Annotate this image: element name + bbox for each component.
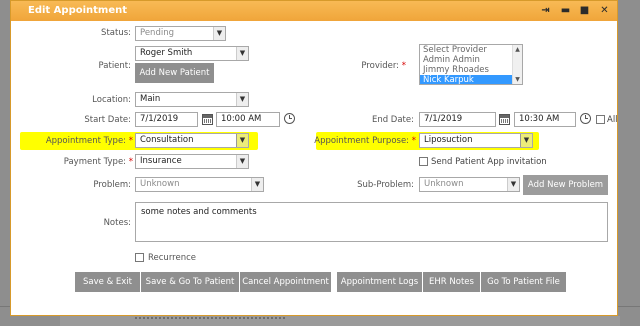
appointment-type-select[interactable]: Consultation ▼ <box>135 133 249 148</box>
provider-option[interactable]: Admin Admin <box>420 55 522 65</box>
chevron-down-icon: ▼ <box>236 47 248 60</box>
status-select[interactable]: Pending ▼ <box>135 26 226 41</box>
background-ghost-text <box>135 317 285 324</box>
send-invitation-checkbox[interactable] <box>419 157 428 166</box>
close-icon[interactable]: ✕ <box>598 4 611 17</box>
provider-label: Provider: * <box>311 61 406 71</box>
end-date-label: End Date: <box>371 115 414 125</box>
pin-icon[interactable]: ⇥ <box>539 4 552 17</box>
provider-listbox[interactable]: Select Provider Admin Admin Jimmy Rhoade… <box>419 44 523 85</box>
appointment-type-label-text: Appointment Type: <box>45 136 127 146</box>
patient-value: Roger Smith <box>140 48 193 58</box>
chevron-down-icon: ▼ <box>236 155 248 168</box>
appointment-logs-button[interactable]: Appointment Logs <box>337 272 422 292</box>
send-invitation-label: Send Patient App invitation <box>431 157 547 167</box>
required-marker: * <box>128 136 133 146</box>
background-content <box>60 316 620 326</box>
all-day-label: All Day <box>607 115 617 125</box>
start-date-input[interactable]: 7/1/2019 <box>135 112 198 127</box>
dialog-title-bar[interactable]: Edit Appointment ⇥ ▬ ■ ✕ <box>11 1 617 21</box>
payment-type-select[interactable]: Insurance ▼ <box>135 154 249 169</box>
notes-label: Notes: <box>103 218 131 228</box>
appointment-purpose-label-text: Appointment Purpose: <box>314 136 410 146</box>
required-marker: * <box>411 136 416 146</box>
clock-icon[interactable] <box>580 113 591 124</box>
patient-select[interactable]: Roger Smith ▼ <box>135 46 249 61</box>
save-exit-button[interactable]: Save & Exit <box>75 272 140 292</box>
add-new-problem-button[interactable]: Add New Problem <box>523 175 608 195</box>
payment-type-label-text: Payment Type: <box>63 157 127 167</box>
scroll-down-icon[interactable]: ▼ <box>513 75 522 84</box>
patient-label: Patient: <box>98 61 131 71</box>
appointment-type-label: Appointment Type: * <box>23 136 133 146</box>
go-to-patient-file-button[interactable]: Go To Patient File <box>481 272 566 292</box>
required-marker: * <box>128 157 133 167</box>
add-new-patient-button[interactable]: Add New Patient <box>135 63 214 83</box>
save-go-to-patient-button[interactable]: Save & Go To Patient <box>141 272 239 292</box>
chevron-down-icon: ▼ <box>507 178 519 191</box>
appointment-purpose-label: Appointment Purpose: * <box>311 136 416 146</box>
sub-problem-select[interactable]: Unknown ▼ <box>419 177 520 192</box>
appointment-purpose-value: Liposuction <box>424 135 473 145</box>
appointment-type-value: Consultation <box>140 135 194 145</box>
edit-appointment-dialog: Edit Appointment ⇥ ▬ ■ ✕ Status: Pending… <box>10 0 618 316</box>
problem-label: Problem: <box>93 180 131 190</box>
ehr-notes-button[interactable]: EHR Notes <box>423 272 480 292</box>
provider-scrollbar[interactable]: ▲ ▼ <box>512 45 522 84</box>
location-select[interactable]: Main ▼ <box>135 92 249 107</box>
location-label: Location: <box>92 95 131 105</box>
problem-value: Unknown <box>140 179 180 189</box>
calendar-icon[interactable] <box>499 114 510 125</box>
chevron-down-icon: ▼ <box>236 93 248 106</box>
provider-option[interactable]: Jimmy Rhoades <box>420 65 522 75</box>
recurrence-label: Recurrence <box>148 253 196 263</box>
dialog-title: Edit Appointment <box>28 5 128 16</box>
chevron-down-icon: ▼ <box>213 27 225 40</box>
start-time-input[interactable]: 10:00 AM <box>216 112 280 127</box>
provider-option-selected[interactable]: Nick Karpuk <box>420 75 522 84</box>
chevron-down-icon: ▼ <box>236 134 248 147</box>
sub-problem-value: Unknown <box>424 179 464 189</box>
maximize-icon[interactable]: ■ <box>578 4 591 17</box>
sub-problem-label: Sub-Problem: <box>357 180 414 190</box>
start-date-label: Start Date: <box>84 115 131 125</box>
end-time-input[interactable]: 10:30 AM <box>514 112 576 127</box>
provider-option[interactable]: Select Provider <box>420 45 522 55</box>
notes-textarea[interactable]: some notes and comments <box>135 202 608 242</box>
appointment-purpose-select[interactable]: Liposuction ▼ <box>419 133 533 148</box>
status-value: Pending <box>140 28 174 38</box>
payment-type-value: Insurance <box>140 156 182 166</box>
scroll-up-icon[interactable]: ▲ <box>513 45 522 54</box>
chevron-down-icon: ▼ <box>520 134 532 147</box>
clock-icon[interactable] <box>284 113 295 124</box>
cancel-appointment-button[interactable]: Cancel Appointment <box>240 272 331 292</box>
calendar-icon[interactable] <box>202 114 213 125</box>
all-day-checkbox[interactable] <box>596 115 605 124</box>
status-label: Status: <box>101 28 131 38</box>
required-marker: * <box>401 61 406 71</box>
provider-label-text: Provider: <box>361 61 400 71</box>
chevron-down-icon: ▼ <box>251 178 263 191</box>
recurrence-checkbox[interactable] <box>135 253 144 262</box>
problem-select[interactable]: Unknown ▼ <box>135 177 264 192</box>
location-value: Main <box>140 94 161 104</box>
minimize-icon[interactable]: ▬ <box>559 4 572 17</box>
payment-type-label: Payment Type: * <box>41 157 133 167</box>
end-date-input[interactable]: 7/1/2019 <box>419 112 496 127</box>
